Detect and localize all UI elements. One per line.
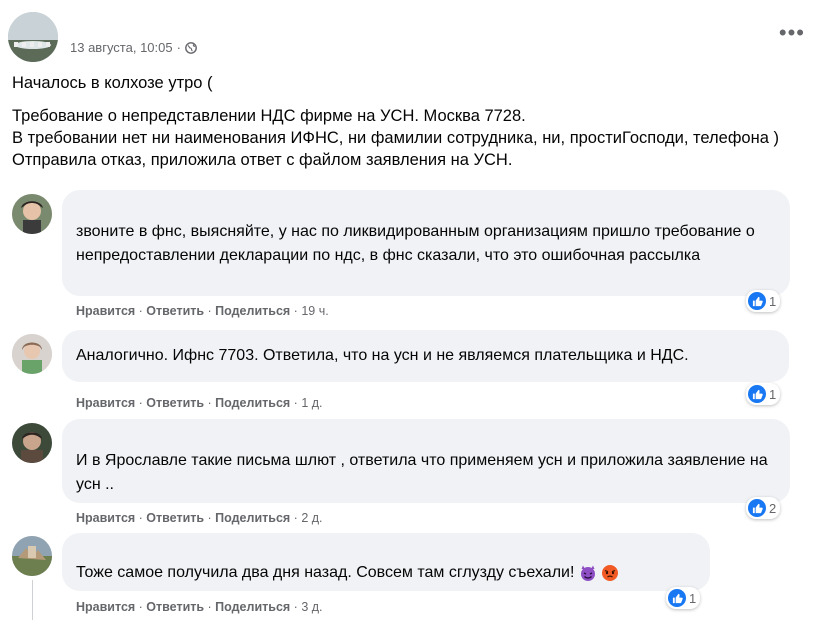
reply-link[interactable]: Ответить: [146, 396, 204, 410]
reaction-number: 2: [769, 500, 777, 516]
share-link[interactable]: Поделиться: [215, 600, 290, 614]
share-link[interactable]: Поделиться: [215, 304, 290, 318]
comment-actions: Нравится · Ответить · Поделиться · 1 д.: [76, 396, 323, 410]
like-link[interactable]: Нравится: [76, 396, 135, 410]
comment-text: И в Ярославле такие письма шлют , ответи…: [76, 452, 768, 493]
post-paragraph: Началось в колхозе утро (: [12, 74, 213, 92]
post-paragraph: В требовании нет ни наименования ИФНС, н…: [12, 129, 779, 169]
comment-bubble: И в Ярославле такие письма шлют , ответи…: [62, 419, 790, 503]
commenter-avatar[interactable]: [12, 536, 52, 576]
comment-text: звоните в фнс, выясняйте, у нас по ликви…: [76, 223, 755, 264]
comment-actions: Нравится · Ответить · Поделиться · 19 ч.: [76, 304, 329, 318]
reaction-count[interactable]: 1: [746, 383, 781, 405]
separator: ·: [204, 304, 216, 318]
comment-time[interactable]: 1 д.: [301, 396, 322, 410]
reaction-number: 1: [689, 590, 697, 606]
separator: ·: [290, 600, 302, 614]
reaction-count[interactable]: 1: [666, 587, 701, 609]
comment-time[interactable]: 19 ч.: [301, 304, 328, 318]
reaction-number: 1: [769, 386, 777, 402]
share-link[interactable]: Поделиться: [215, 511, 290, 525]
separator: ·: [135, 396, 147, 410]
like-link[interactable]: Нравится: [76, 600, 135, 614]
like-icon: [748, 385, 766, 403]
reaction-count[interactable]: 2: [746, 497, 781, 519]
share-link[interactable]: Поделиться: [215, 396, 290, 410]
reply-link[interactable]: Ответить: [146, 511, 204, 525]
comment-text: Аналогично. Ифнс 7703. Ответила, что на …: [76, 347, 689, 364]
reaction-number: 1: [769, 293, 777, 309]
post-paragraph: Требование о непредставлении НДС фирме н…: [12, 107, 526, 125]
comment-actions: Нравится · Ответить · Поделиться · 3 д.: [76, 600, 323, 614]
post-author-avatar[interactable]: [8, 12, 58, 62]
smiling-devil-emoji: [579, 564, 597, 582]
separator: ·: [290, 304, 302, 318]
angry-face-emoji: [601, 564, 619, 582]
reply-thread-line: [32, 580, 33, 620]
comment-actions: Нравится · Ответить · Поделиться · 2 д.: [76, 511, 323, 525]
like-icon: [748, 499, 766, 517]
post-timestamp[interactable]: 13 августа, 10:05: [70, 40, 173, 55]
comment-text: Тоже самое получила два дня назад. Совсе…: [76, 564, 575, 581]
post-meta: 13 августа, 10:05 ·: [70, 40, 197, 55]
reply-link[interactable]: Ответить: [146, 304, 204, 318]
like-icon: [668, 589, 686, 607]
commenter-avatar[interactable]: [12, 423, 52, 463]
commenter-avatar[interactable]: [12, 334, 52, 374]
separator: ·: [135, 511, 147, 525]
separator: ·: [204, 396, 216, 410]
reaction-count[interactable]: 1: [746, 290, 781, 312]
separator: ·: [204, 600, 216, 614]
comment-bubble: Аналогично. Ифнс 7703. Ответила, что на …: [62, 330, 789, 382]
comment-time[interactable]: 2 д.: [301, 511, 322, 525]
like-link[interactable]: Нравится: [76, 511, 135, 525]
separator: ·: [135, 600, 147, 614]
like-icon: [748, 292, 766, 310]
like-link[interactable]: Нравится: [76, 304, 135, 318]
meta-separator: ·: [176, 40, 181, 55]
separator: ·: [135, 304, 147, 318]
comment-time[interactable]: 3 д.: [301, 600, 322, 614]
comment-bubble: Тоже самое получила два дня назад. Совсе…: [62, 533, 710, 591]
commenter-avatar[interactable]: [12, 194, 52, 234]
separator: ·: [290, 396, 302, 410]
post-body: Началось в колхозе утро ( Требование о н…: [12, 72, 802, 182]
globe-icon: [185, 41, 197, 54]
reply-link[interactable]: Ответить: [146, 600, 204, 614]
more-options-icon[interactable]: •••: [779, 22, 805, 44]
separator: ·: [204, 511, 216, 525]
comment-bubble: звоните в фнс, выясняйте, у нас по ликви…: [62, 190, 790, 296]
separator: ·: [290, 511, 302, 525]
